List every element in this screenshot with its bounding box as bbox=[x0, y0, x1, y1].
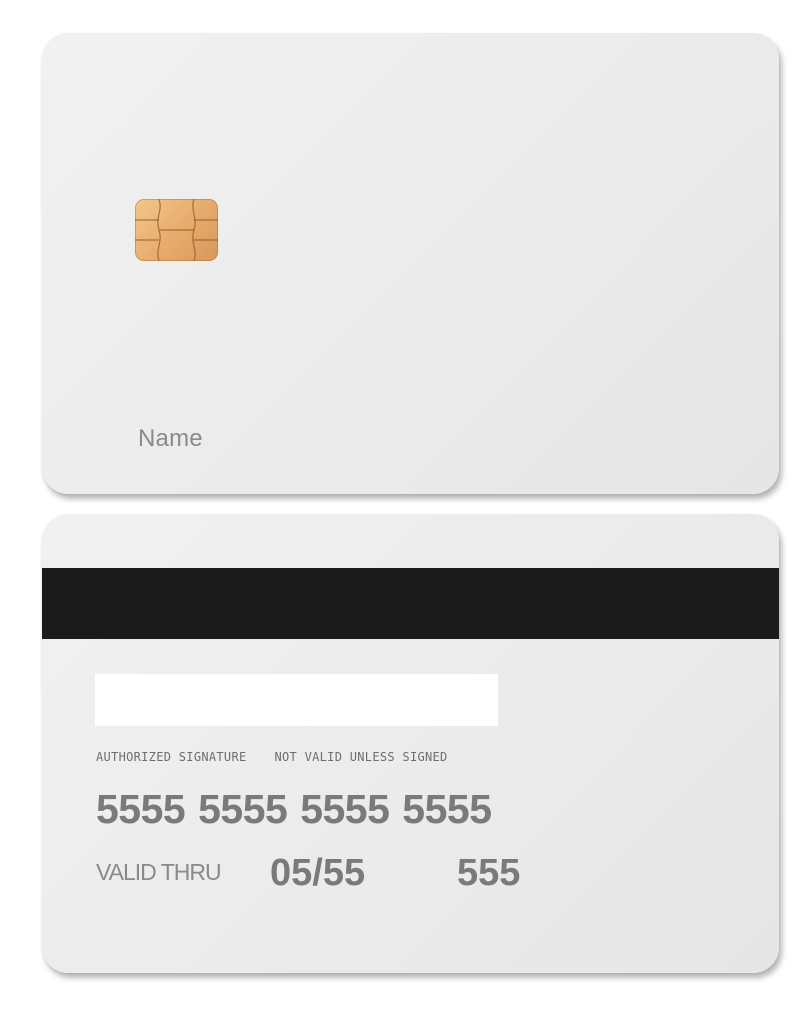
stage: Name AUTHORIZED SIGNATURE NOT VALID UNLES… bbox=[0, 0, 805, 1024]
emv-chip-icon bbox=[135, 199, 218, 261]
card-back: AUTHORIZED SIGNATURE NOT VALID UNLESS SIG… bbox=[42, 514, 779, 973]
signature-labels: AUTHORIZED SIGNATURE NOT VALID UNLESS SIG… bbox=[96, 750, 448, 764]
magnetic-stripe bbox=[42, 568, 779, 639]
cvv-code: 555 bbox=[457, 852, 521, 894]
expiry-date: 05/55 bbox=[270, 852, 366, 894]
signature-strip bbox=[95, 674, 498, 726]
cardholder-name: Name bbox=[138, 425, 203, 452]
card-front: Name bbox=[42, 33, 779, 494]
not-valid-label: NOT VALID UNLESS SIGNED bbox=[274, 750, 448, 764]
card-number: 5555 5555 5555 5555 bbox=[96, 786, 492, 832]
valid-thru-label: VALID THRU bbox=[96, 859, 222, 885]
authorized-signature-label: AUTHORIZED SIGNATURE bbox=[96, 750, 247, 764]
